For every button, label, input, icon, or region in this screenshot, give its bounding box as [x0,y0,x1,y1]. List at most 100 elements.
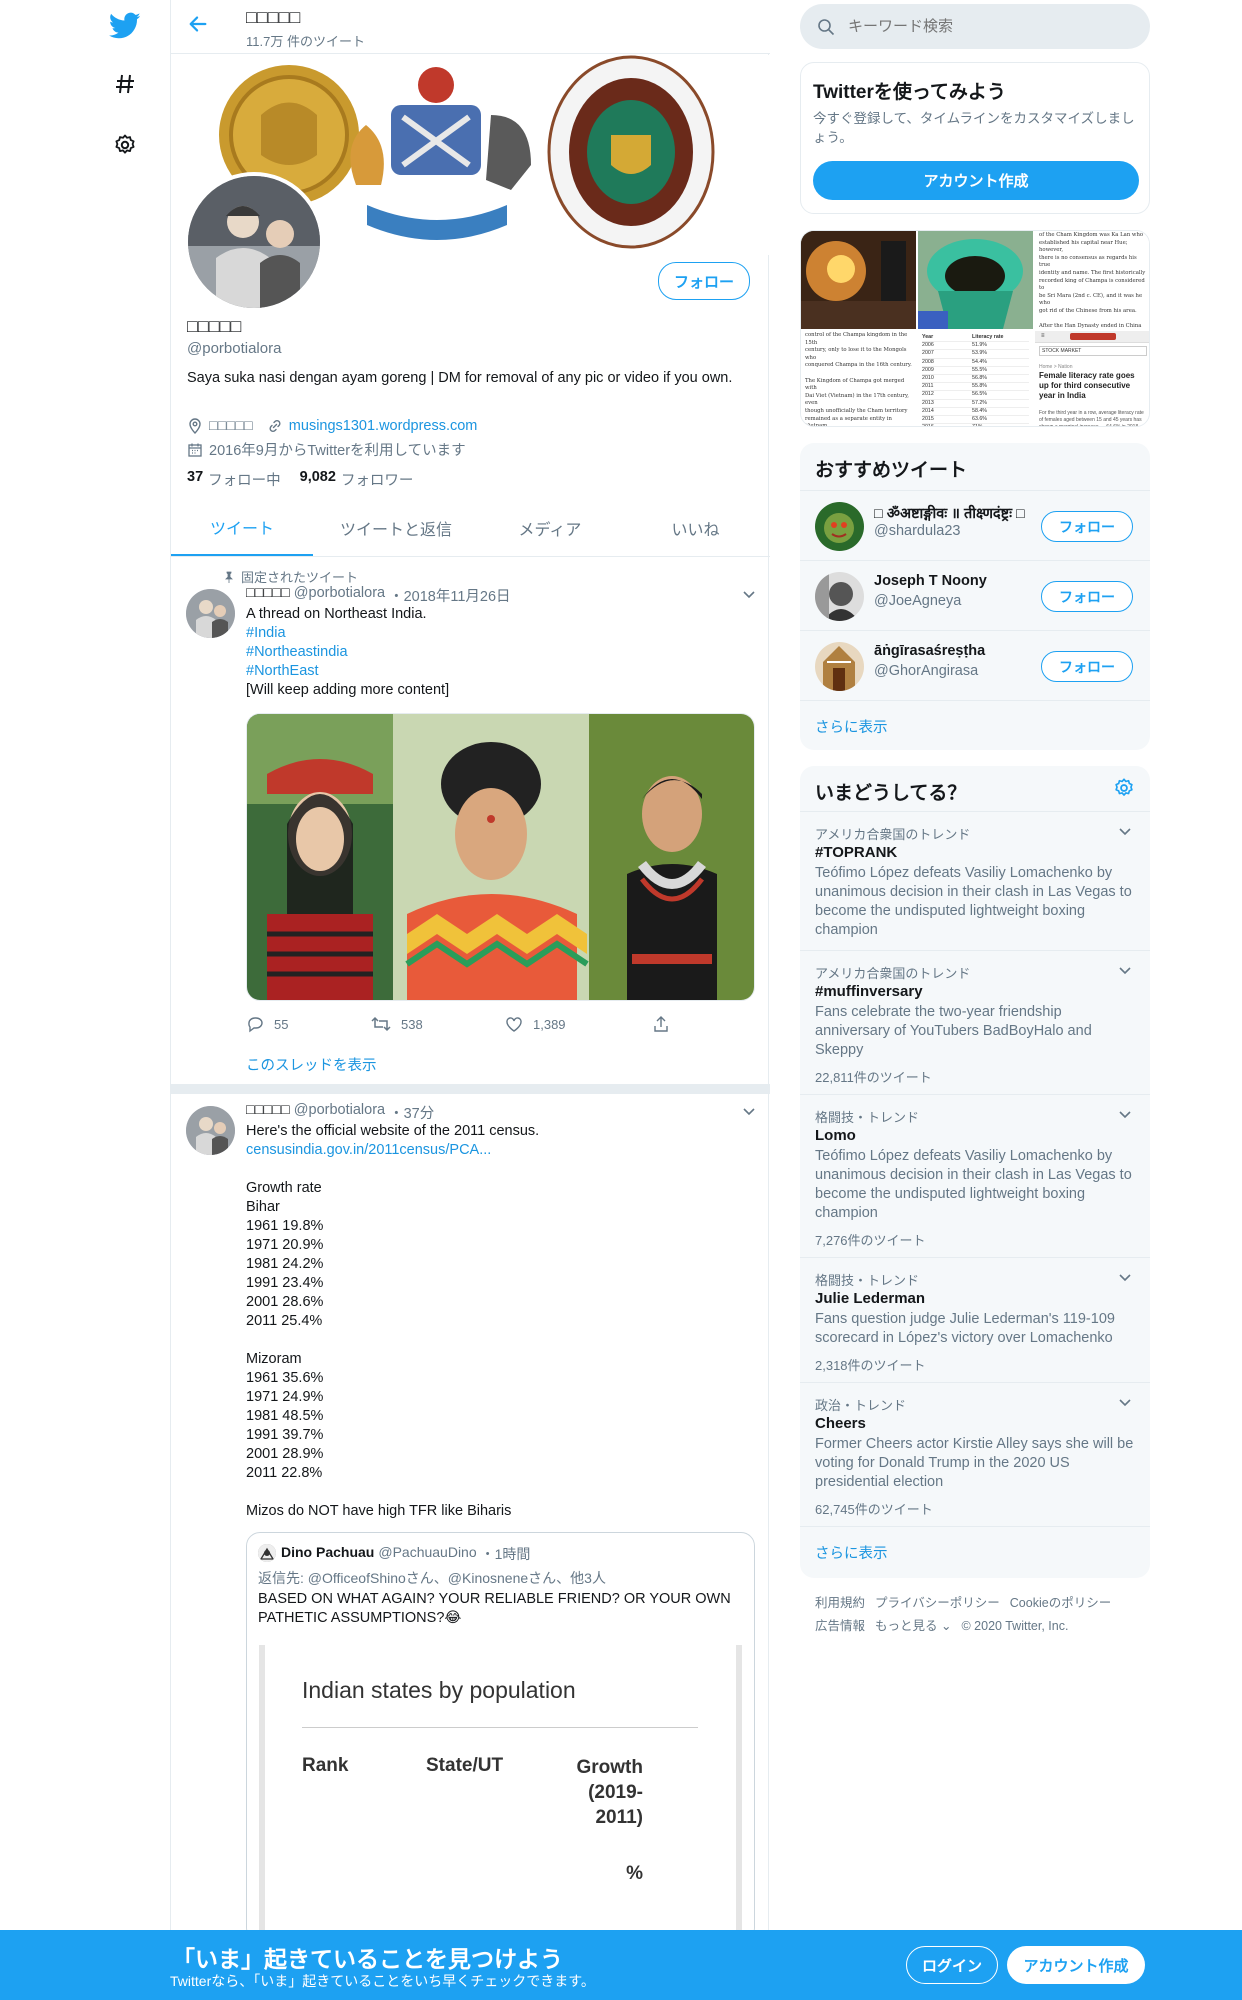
hashtag-link[interactable]: #NorthEast [246,663,319,679]
trend-chevron-icon[interactable] [1118,963,1132,982]
article-line: The Kingdom of Champa got merged with [805,377,905,392]
reply-action[interactable]: 55 [246,1015,288,1033]
login-button[interactable]: ログイン [906,1946,998,1984]
recommended-name: Joseph T Noony [874,573,987,589]
trend-item[interactable]: アメリカ合衆国のトレンド #muffinversary Fans celebra… [800,950,1150,1094]
tweet-author-handle[interactable]: @porbotialora [294,1102,385,1123]
article-line: remained as a separate entity in Vietnam [805,415,892,427]
literacy-table-row: 2012 56.5% [922,391,1029,400]
media-tile-news[interactable]: ≡ STOCK MARKET Home > Nation Female lite… [1035,331,1149,427]
recommended-user[interactable]: □ ॐअष्टाङ्गीवः ॥ तीक्ष्णदंष्ट्रः □ @shar… [800,490,1150,560]
literacy-table-cell: 2010 [922,375,934,382]
census-link[interactable]: censusindia.gov.in/2011census/PCA... [246,1142,491,1158]
literacy-table-cell: 71% [972,424,1027,426]
back-arrow-icon[interactable] [187,13,217,41]
recommended-show-more[interactable]: さらに表示 [815,716,888,737]
census-tweet[interactable]: □□□□□ @porbotialora ・37分 Here's the offi… [171,1094,770,1942]
literacy-table-row: 2006 51.9% [922,342,1029,351]
quoted-tweet[interactable]: Dino Pachuau @PachuauDino ・1時間 返信先: @Off… [246,1532,755,1942]
trend-item[interactable]: 格闘技・トレンド Julie Lederman Fans question ju… [800,1257,1150,1382]
recommended-avatar[interactable] [815,642,864,691]
recommended-user[interactable]: āṅgīrasaśreṣṭha @GhorAngirasa フォロー [800,630,1150,700]
like-action[interactable]: 1,389 [505,1015,566,1033]
signup-button[interactable]: アカウント作成 [813,161,1139,200]
tweet-date[interactable]: ・37分 [389,1102,434,1123]
trends-settings-gear-icon[interactable] [1113,777,1135,804]
sidebar-footer: 利用規約 プライバシーポリシー Cookieのポリシー 広告情報 もっと見る ⌄… [815,1592,1145,1638]
retweet-icon [371,1016,391,1032]
trend-chevron-icon[interactable] [1118,1395,1132,1414]
literacy-table-row: 2009 55.5% [922,366,1029,376]
tab-media[interactable]: メディア [479,500,621,556]
tab-likes[interactable]: いいね [621,500,770,556]
explore-hashtag-icon[interactable] [107,66,143,102]
trend-meta: アメリカ合衆国のトレンド [815,966,971,981]
banner-motto: प्र जा धर्म सत्यमेव जयते [385,183,481,196]
settings-gear-icon[interactable] [107,127,143,163]
recommended-show-more-row[interactable]: さらに表示 [800,700,1150,750]
followers-label[interactable]: フォロワー [341,469,414,490]
recommended-follow-button[interactable]: フォロー [1041,511,1133,542]
tweet-author-name[interactable]: □□□□□ [246,1102,290,1123]
tweet-photo-collage[interactable] [246,713,755,1001]
media-grid[interactable]: of the Cham Kingdom was Ka Lan who establ… [800,230,1150,427]
following-count[interactable]: 37 [187,469,203,490]
pinned-tweet[interactable]: 固定されたツイート □□□□□ @porbotialora ・2018年11月2… [171,557,770,1084]
media-tile-fire[interactable] [801,231,916,329]
share-icon [654,1016,668,1032]
share-action[interactable] [652,1015,670,1033]
hashtag-link[interactable]: #India [246,625,286,641]
tweet-author-handle[interactable]: @porbotialora [294,585,385,606]
footer-cookie-link[interactable]: Cookieのポリシー [1010,1592,1111,1615]
tweet-date[interactable]: ・2018年11月26日 [389,585,510,606]
trend-chevron-icon[interactable] [1118,824,1132,843]
retweet-count: 538 [401,1016,423,1032]
literacy-table-cell: 2006 [922,342,934,349]
tweet-menu-chevron-icon[interactable] [742,1104,756,1123]
tab-tweets[interactable]: ツイート [171,500,313,556]
tweet-menu-chevron-icon[interactable] [742,587,756,606]
following-label[interactable]: フォロー中 [208,469,281,490]
literacy-table-cell: 2008 [922,358,934,365]
profile-avatar[interactable] [184,172,324,312]
media-tile-text-article[interactable]: of the Cham Kingdom was Ka Lan who establ… [1035,231,1149,329]
profile-website-link[interactable]: musings1301.wordpress.com [289,418,478,434]
followers-count[interactable]: 9,082 [300,469,336,490]
tweet-author-avatar[interactable] [186,589,235,638]
media-tile-text-article-2[interactable]: control of the Champa kingdom in the 15t… [801,331,916,427]
tweet-author-avatar[interactable] [186,1106,235,1155]
tab-tweets-and-replies[interactable]: ツイートと返信 [313,500,479,556]
recommended-avatar[interactable] [815,572,864,621]
trend-chevron-icon[interactable] [1118,1270,1132,1289]
recommended-user[interactable]: Joseph T Noony @JoeAgneya フォロー [800,560,1150,630]
bottom-signup-button[interactable]: アカウント作成 [1007,1946,1145,1984]
trend-desc: Former Cheers actor Kirstie Alley says s… [815,1436,1134,1490]
recommended-avatar[interactable] [815,502,864,551]
literacy-table-cell: 51.9% [972,342,988,349]
footer-ads-link[interactable]: 広告情報 [815,1615,865,1638]
trend-item[interactable]: 格闘技・トレンド Lomo Teófimo López defeats Vasi… [800,1094,1150,1257]
literacy-table-cell: 55.5% [972,366,988,373]
retweet-action[interactable]: 538 [371,1015,423,1033]
trend-item[interactable]: 政治・トレンド Cheers Former Cheers actor Kirst… [800,1382,1150,1526]
hashtag-link[interactable]: #Northeastindia [246,644,348,660]
search-input[interactable] [848,12,1138,40]
footer-privacy-link[interactable]: プライバシーポリシー [875,1592,1000,1615]
profile-follow-button[interactable]: フォロー [658,262,750,300]
news-body: For the third year in a row, average lit… [1039,410,1144,427]
trend-item[interactable]: アメリカ合衆国のトレンド #TOPRANK Teófimo López defe… [800,811,1150,950]
quoted-image[interactable]: Indian states by population Rank State/U… [259,1645,742,1941]
media-tile-literacy-table[interactable]: Year Literacy rate 2006 51.9% 2007 53.9% 2008 5… [918,331,1033,426]
tweet-author-name[interactable]: □□□□□ [246,585,290,606]
recommended-follow-button[interactable]: フォロー [1041,581,1133,612]
trends-show-more[interactable]: さらに表示 [815,1542,888,1563]
trends-show-more-row[interactable]: さらに表示 [800,1526,1150,1578]
footer-more-link[interactable]: もっと見る ⌄ [875,1615,951,1638]
recommended-follow-button[interactable]: フォロー [1041,651,1133,682]
footer-terms-link[interactable]: 利用規約 [815,1592,865,1615]
media-tile-cup[interactable] [918,231,1033,329]
trend-chevron-icon[interactable] [1118,1107,1132,1126]
search-box[interactable] [800,4,1150,49]
show-thread-link[interactable]: このスレッドを表示 [246,1054,377,1075]
twitter-logo-icon[interactable] [107,8,143,44]
